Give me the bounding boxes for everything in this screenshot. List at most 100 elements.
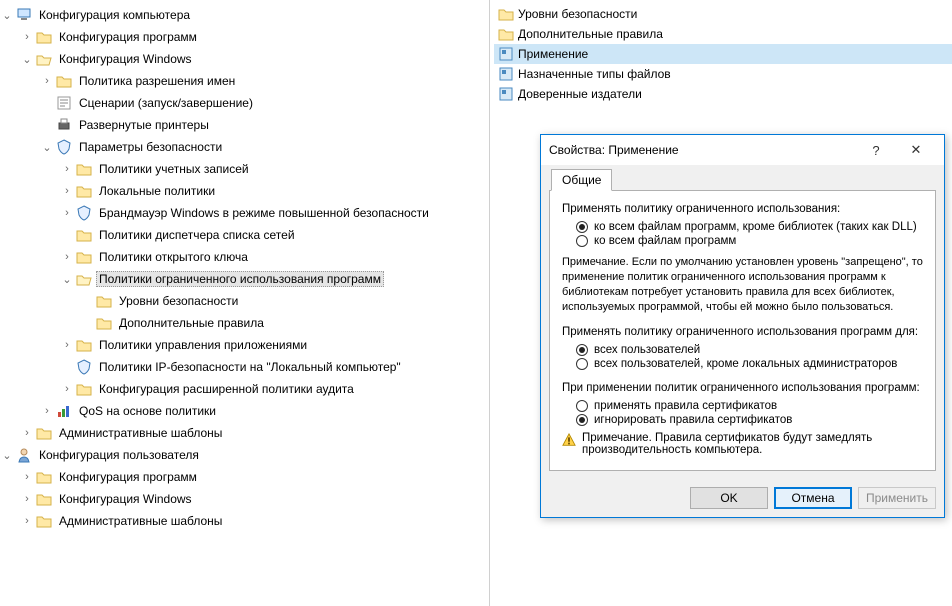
shield-icon (56, 139, 72, 155)
chevron-right-icon[interactable]: › (60, 250, 74, 264)
tree-security-params[interactable]: ⌄ Параметры безопасности (40, 136, 489, 158)
chevron-down-icon[interactable]: ⌄ (0, 448, 14, 462)
list-item-file-types[interactable]: Назначенные типы файлов (494, 64, 952, 84)
ok-button[interactable]: OK (690, 487, 768, 509)
radio-apply-cert[interactable]: применять правила сертификатов (576, 400, 923, 412)
tree-adv-audit[interactable]: › Конфигурация расширенной политики ауди… (60, 378, 489, 400)
list-item-sec-levels[interactable]: Уровни безопасности (494, 4, 952, 24)
folder-open-icon (36, 51, 52, 67)
shield-icon (76, 205, 92, 221)
radio-label: применять правила сертификатов (594, 400, 777, 412)
chevron-right-icon[interactable]: › (40, 74, 54, 88)
list-pane: Уровни безопасности Дополнительные прави… (490, 0, 952, 606)
chevron-down-icon[interactable]: ⌄ (0, 8, 14, 22)
chevron-right-icon[interactable]: › (20, 514, 34, 528)
tree-user-windows[interactable]: › Конфигурация Windows (20, 488, 489, 510)
chevron-down-icon[interactable]: ⌄ (40, 140, 54, 154)
tree-win-config[interactable]: ⌄ Конфигурация Windows (20, 48, 489, 70)
tree-srp[interactable]: ⌄ Политики ограниченного использования п… (60, 268, 489, 290)
radio-all-except-dll[interactable]: ко всем файлам программ, кроме библиотек… (576, 221, 923, 233)
tree-label: Политики учетных записей (96, 161, 252, 177)
list-item-add-rules[interactable]: Дополнительные правила (494, 24, 952, 44)
tree-netlist[interactable]: › Политики диспетчера списка сетей (60, 224, 489, 246)
folder-icon (36, 29, 52, 45)
shield-icon (76, 359, 92, 375)
tree-qos[interactable]: › QoS на основе политики (40, 400, 489, 422)
tree-label: Развернутые принтеры (76, 117, 212, 133)
radio-all-files[interactable]: ко всем файлам программ (576, 235, 923, 247)
tab-panel-general: Применять политику ограниченного использ… (549, 191, 936, 471)
chevron-down-icon[interactable]: ⌄ (20, 52, 34, 66)
tree-printers[interactable]: › Развернутые принтеры (40, 114, 489, 136)
radio-ignore-cert[interactable]: игнорировать правила сертификатов (576, 414, 923, 426)
tree-label: Локальные политики (96, 183, 218, 199)
tree-label: QoS на основе политики (76, 403, 219, 419)
cancel-button[interactable]: Отмена (774, 487, 852, 509)
tree-label: Политика разрешения имен (76, 73, 238, 89)
radio-label: всех пользователей (594, 344, 700, 356)
tree-add-rules[interactable]: › Дополнительные правила (80, 312, 489, 334)
chevron-right-icon[interactable]: › (60, 382, 74, 396)
files-note: Примечание. Если по умолчанию установлен… (562, 255, 923, 314)
tree-label: Дополнительные правила (116, 315, 267, 331)
tree-user-programs[interactable]: › Конфигурация программ (20, 466, 489, 488)
tree-ipsec[interactable]: › Политики IP-безопасности на "Локальный… (60, 356, 489, 378)
tree-user-admin[interactable]: › Административные шаблоны (20, 510, 489, 532)
folder-open-icon (76, 271, 92, 287)
chevron-right-icon[interactable]: › (60, 162, 74, 176)
computer-icon (16, 7, 32, 23)
tree-name-policy[interactable]: › Политика разрешения имен (40, 70, 489, 92)
radio-label: ко всем файлам программ (594, 235, 736, 247)
tree-label: Конфигурация компьютера (36, 7, 193, 23)
folder-icon (96, 315, 112, 331)
chevron-right-icon[interactable]: › (40, 404, 54, 418)
dialog-titlebar[interactable]: Свойства: Применение ? ✕ (541, 135, 944, 165)
folder-icon (76, 249, 92, 265)
tree-sec-levels[interactable]: › Уровни безопасности (80, 290, 489, 312)
radio-except-admins[interactable]: всех пользователей, кроме локальных адми… (576, 358, 923, 370)
dialog-title: Свойства: Применение (549, 143, 856, 157)
radio-all-users[interactable]: всех пользователей (576, 344, 923, 356)
bars-icon (56, 403, 72, 419)
folder-icon (56, 73, 72, 89)
folder-icon (96, 293, 112, 309)
chevron-down-icon[interactable]: ⌄ (60, 272, 74, 286)
help-button[interactable]: ? (856, 136, 896, 164)
tree-local-policies[interactable]: › Локальные политики (60, 180, 489, 202)
tree-comp-programs[interactable]: › Конфигурация программ (20, 26, 489, 48)
folder-icon (76, 337, 92, 353)
list-item-publishers[interactable]: Доверенные издатели (494, 84, 952, 104)
tree-scripts[interactable]: › Сценарии (запуск/завершение) (40, 92, 489, 114)
tree-computer-config[interactable]: ⌄ Конфигурация компьютера (0, 4, 489, 26)
warning-icon (562, 433, 576, 447)
close-button[interactable]: ✕ (896, 136, 936, 164)
chevron-right-icon[interactable]: › (20, 426, 34, 440)
tree-label: Сценарии (запуск/завершение) (76, 95, 256, 111)
folder-icon (36, 425, 52, 441)
chevron-right-icon[interactable]: › (20, 30, 34, 44)
tree-firewall[interactable]: › Брандмауэр Windows в режиме повышенной… (60, 202, 489, 224)
tree-admin-templates[interactable]: › Административные шаблоны (20, 422, 489, 444)
list-item-label: Дополнительные правила (518, 27, 663, 41)
apply-button[interactable]: Применить (858, 487, 936, 509)
folder-icon (76, 381, 92, 397)
tree-account-policies[interactable]: › Политики учетных записей (60, 158, 489, 180)
user-icon (16, 447, 32, 463)
chevron-right-icon[interactable]: › (60, 184, 74, 198)
chevron-right-icon[interactable]: › (20, 492, 34, 506)
tree-user-config[interactable]: ⌄ Конфигурация пользователя (0, 444, 489, 466)
radio-label: игнорировать правила сертификатов (594, 414, 792, 426)
chevron-right-icon[interactable]: › (60, 338, 74, 352)
tree-pubkey[interactable]: › Политики открытого ключа (60, 246, 489, 268)
list-item-label: Применение (518, 47, 588, 61)
list-item-enforcement[interactable]: Применение (494, 44, 952, 64)
chevron-right-icon[interactable]: › (60, 206, 74, 220)
chevron-right-icon[interactable]: › (20, 470, 34, 484)
apply-users-label: Применять политику ограниченного использ… (562, 326, 923, 338)
tab-general[interactable]: Общие (551, 169, 612, 191)
tree-app-ctrl[interactable]: › Политики управления приложениями (60, 334, 489, 356)
radio-label: всех пользователей, кроме локальных адми… (594, 358, 897, 370)
list-item-label: Назначенные типы файлов (518, 67, 671, 81)
folder-icon (498, 6, 514, 22)
radio-icon (576, 400, 588, 412)
